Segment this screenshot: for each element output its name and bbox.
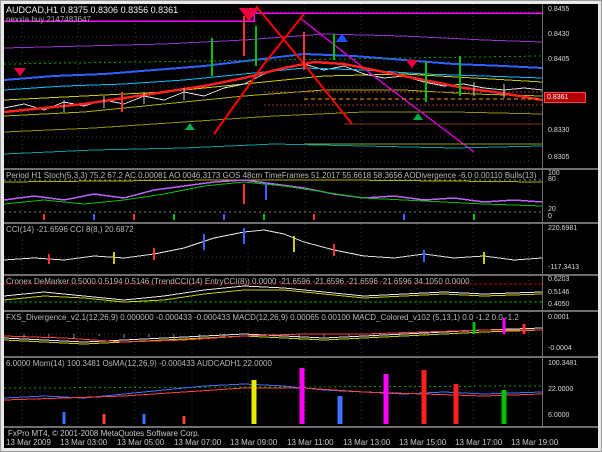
time-label: 13 Mar 03:00	[60, 438, 107, 447]
scale-label: 0.5146	[548, 289, 569, 296]
momentum-scale[interactable]: 100.3481 22.0000 6.0000	[543, 358, 598, 426]
scale-label: 0.8305	[548, 154, 569, 161]
sell-arrow-icon	[406, 60, 418, 68]
scale-label: 0	[548, 213, 552, 220]
stoch-indicator-label: Period H1 Stoch(5,3,3) 75.2 67.2 AC 0.00…	[6, 171, 538, 180]
scale-label: -117.3413	[548, 264, 579, 271]
main-chart-panel[interactable]: AUDCAD,H1 0.8375 0.8306 0.8356 0.8361 ne…	[4, 4, 598, 168]
stoch-main-line	[4, 180, 542, 202]
scale-label: 20	[548, 206, 556, 213]
cronex-indicator-panel[interactable]: Cronex DeMarker 0.5000 0.5194 0.5146 (Tr…	[4, 276, 598, 310]
time-label: 13 Mar 2009	[6, 438, 51, 447]
scale-label: 0.4050	[548, 301, 569, 308]
macd-scale[interactable]: 0.0001 -0.0004	[543, 312, 598, 356]
scale-label: 0.8330	[548, 127, 569, 134]
chart-area: AUDCAD,H1 0.8375 0.8306 0.8356 0.8361 ne…	[4, 4, 598, 448]
scale-label: 220.6981	[548, 225, 577, 232]
symbol-ohlc-label: AUDCAD,H1 0.8375 0.8306 0.8356 0.8361	[6, 5, 178, 15]
time-label: 13 Mar 15:00	[399, 438, 446, 447]
momentum-indicator-label: 6.0000 Mom(14) 100.3481 OsMA(12,26,9) -0…	[6, 359, 272, 368]
time-label: 13 Mar 05:00	[117, 438, 164, 447]
main-chart-canvas	[4, 4, 542, 168]
stoch-signal-line	[4, 182, 542, 206]
mt4-window: AUDCAD,H1 0.8375 0.8306 0.8356 0.8361 ne…	[0, 0, 602, 452]
blue-ma-line	[4, 54, 542, 80]
price-scale[interactable]: 0.8361 0.8455 0.8430 0.8405 0.8330 0.8305	[543, 4, 598, 168]
time-label: 13 Mar 07:00	[174, 438, 221, 447]
sell-arrow-icon	[14, 68, 26, 76]
mom-blue-line	[4, 384, 542, 398]
cronex-scale[interactable]: 0.6203 0.5146 0.4050	[543, 276, 598, 310]
time-label: 13 Mar 13:00	[343, 438, 390, 447]
cronex-indicator-label: Cronex DeMarker 0.5000 0.5194 0.5146 (Tr…	[6, 277, 470, 286]
teal-bottom-line	[4, 144, 542, 154]
cci-line	[4, 230, 542, 260]
buy-arrow-icon	[185, 123, 195, 130]
scale-label: 100.3481	[548, 360, 577, 367]
momentum-canvas	[4, 358, 542, 426]
scale-label: 80	[548, 176, 556, 183]
cci-indicator-panel[interactable]: CCI(14) -21.6596 CCI 8(8,) 20.6872 220.6…	[4, 224, 598, 274]
purple-line	[4, 34, 542, 48]
ea-signal-label: nexxia buy 2147483647	[6, 15, 178, 24]
scale-label: 22.0000	[548, 386, 573, 393]
stoch-indicator-panel[interactable]: Period H1 Stoch(5,3,3) 75.2 67.2 AC 0.00…	[4, 170, 598, 222]
scale-label: 0.8430	[548, 31, 569, 38]
scale-label: 6.0000	[548, 412, 569, 419]
cci-indicator-label: CCI(14) -21.6596 CCI 8(8,) 20.6872	[6, 225, 134, 234]
sell-arrow-icon	[239, 8, 259, 22]
scale-label: 0.6203	[548, 276, 569, 283]
macd-indicator-panel[interactable]: FXS_Divergence_v2.1(12,26,9) 0.000000 -0…	[4, 312, 598, 356]
scale-label: 0.8405	[548, 56, 569, 63]
stoch-scale[interactable]: 10080200	[543, 170, 598, 222]
copyright-label: FxPro MT4, © 2001-2008 MetaQuotes Softwa…	[8, 429, 200, 438]
current-price-badge: 0.8361	[544, 92, 586, 103]
scale-label: 0.0001	[548, 314, 569, 321]
scale-label: -0.0004	[548, 345, 572, 352]
bottom-bar: FxPro MT4, © 2001-2008 MetaQuotes Softwa…	[4, 428, 598, 448]
macd-indicator-label: FXS_Divergence_v2.1(12,26,9) 0.000000 -0…	[6, 313, 519, 322]
cci-scale[interactable]: 220.6981 -117.3413	[543, 224, 598, 274]
time-label: 13 Mar 19:00	[511, 438, 558, 447]
yellow-band-lower	[4, 112, 542, 132]
time-label: 13 Mar 09:00	[230, 438, 277, 447]
chart-info-overlay: AUDCAD,H1 0.8375 0.8306 0.8356 0.8361 ne…	[6, 5, 178, 24]
time-axis[interactable]: 13 Mar 2009 13 Mar 03:00 13 Mar 05:00 13 Ma…	[4, 438, 598, 448]
momentum-indicator-panel[interactable]: 6.0000 Mom(14) 100.3481 OsMA(12,26,9) -0…	[4, 358, 598, 426]
scale-label: 0.8455	[548, 6, 569, 13]
buy-arrow-icon	[413, 113, 423, 120]
time-label: 13 Mar 11:00	[287, 438, 334, 447]
time-label: 13 Mar 17:00	[455, 438, 502, 447]
macd-red-line	[4, 330, 542, 342]
